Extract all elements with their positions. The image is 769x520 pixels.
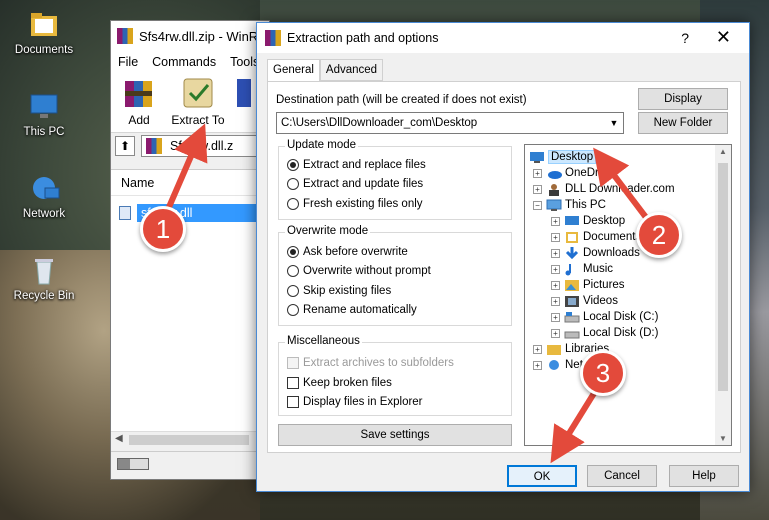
annotation-arrows <box>163 123 651 464</box>
arrow-1 <box>163 123 208 216</box>
callout-badge-2: 2 <box>636 212 682 258</box>
arrow-3 <box>550 388 599 464</box>
callout-badge-1: 1 <box>140 206 186 252</box>
callout-badge-3: 3 <box>580 350 626 396</box>
arrow-2 <box>593 147 651 222</box>
